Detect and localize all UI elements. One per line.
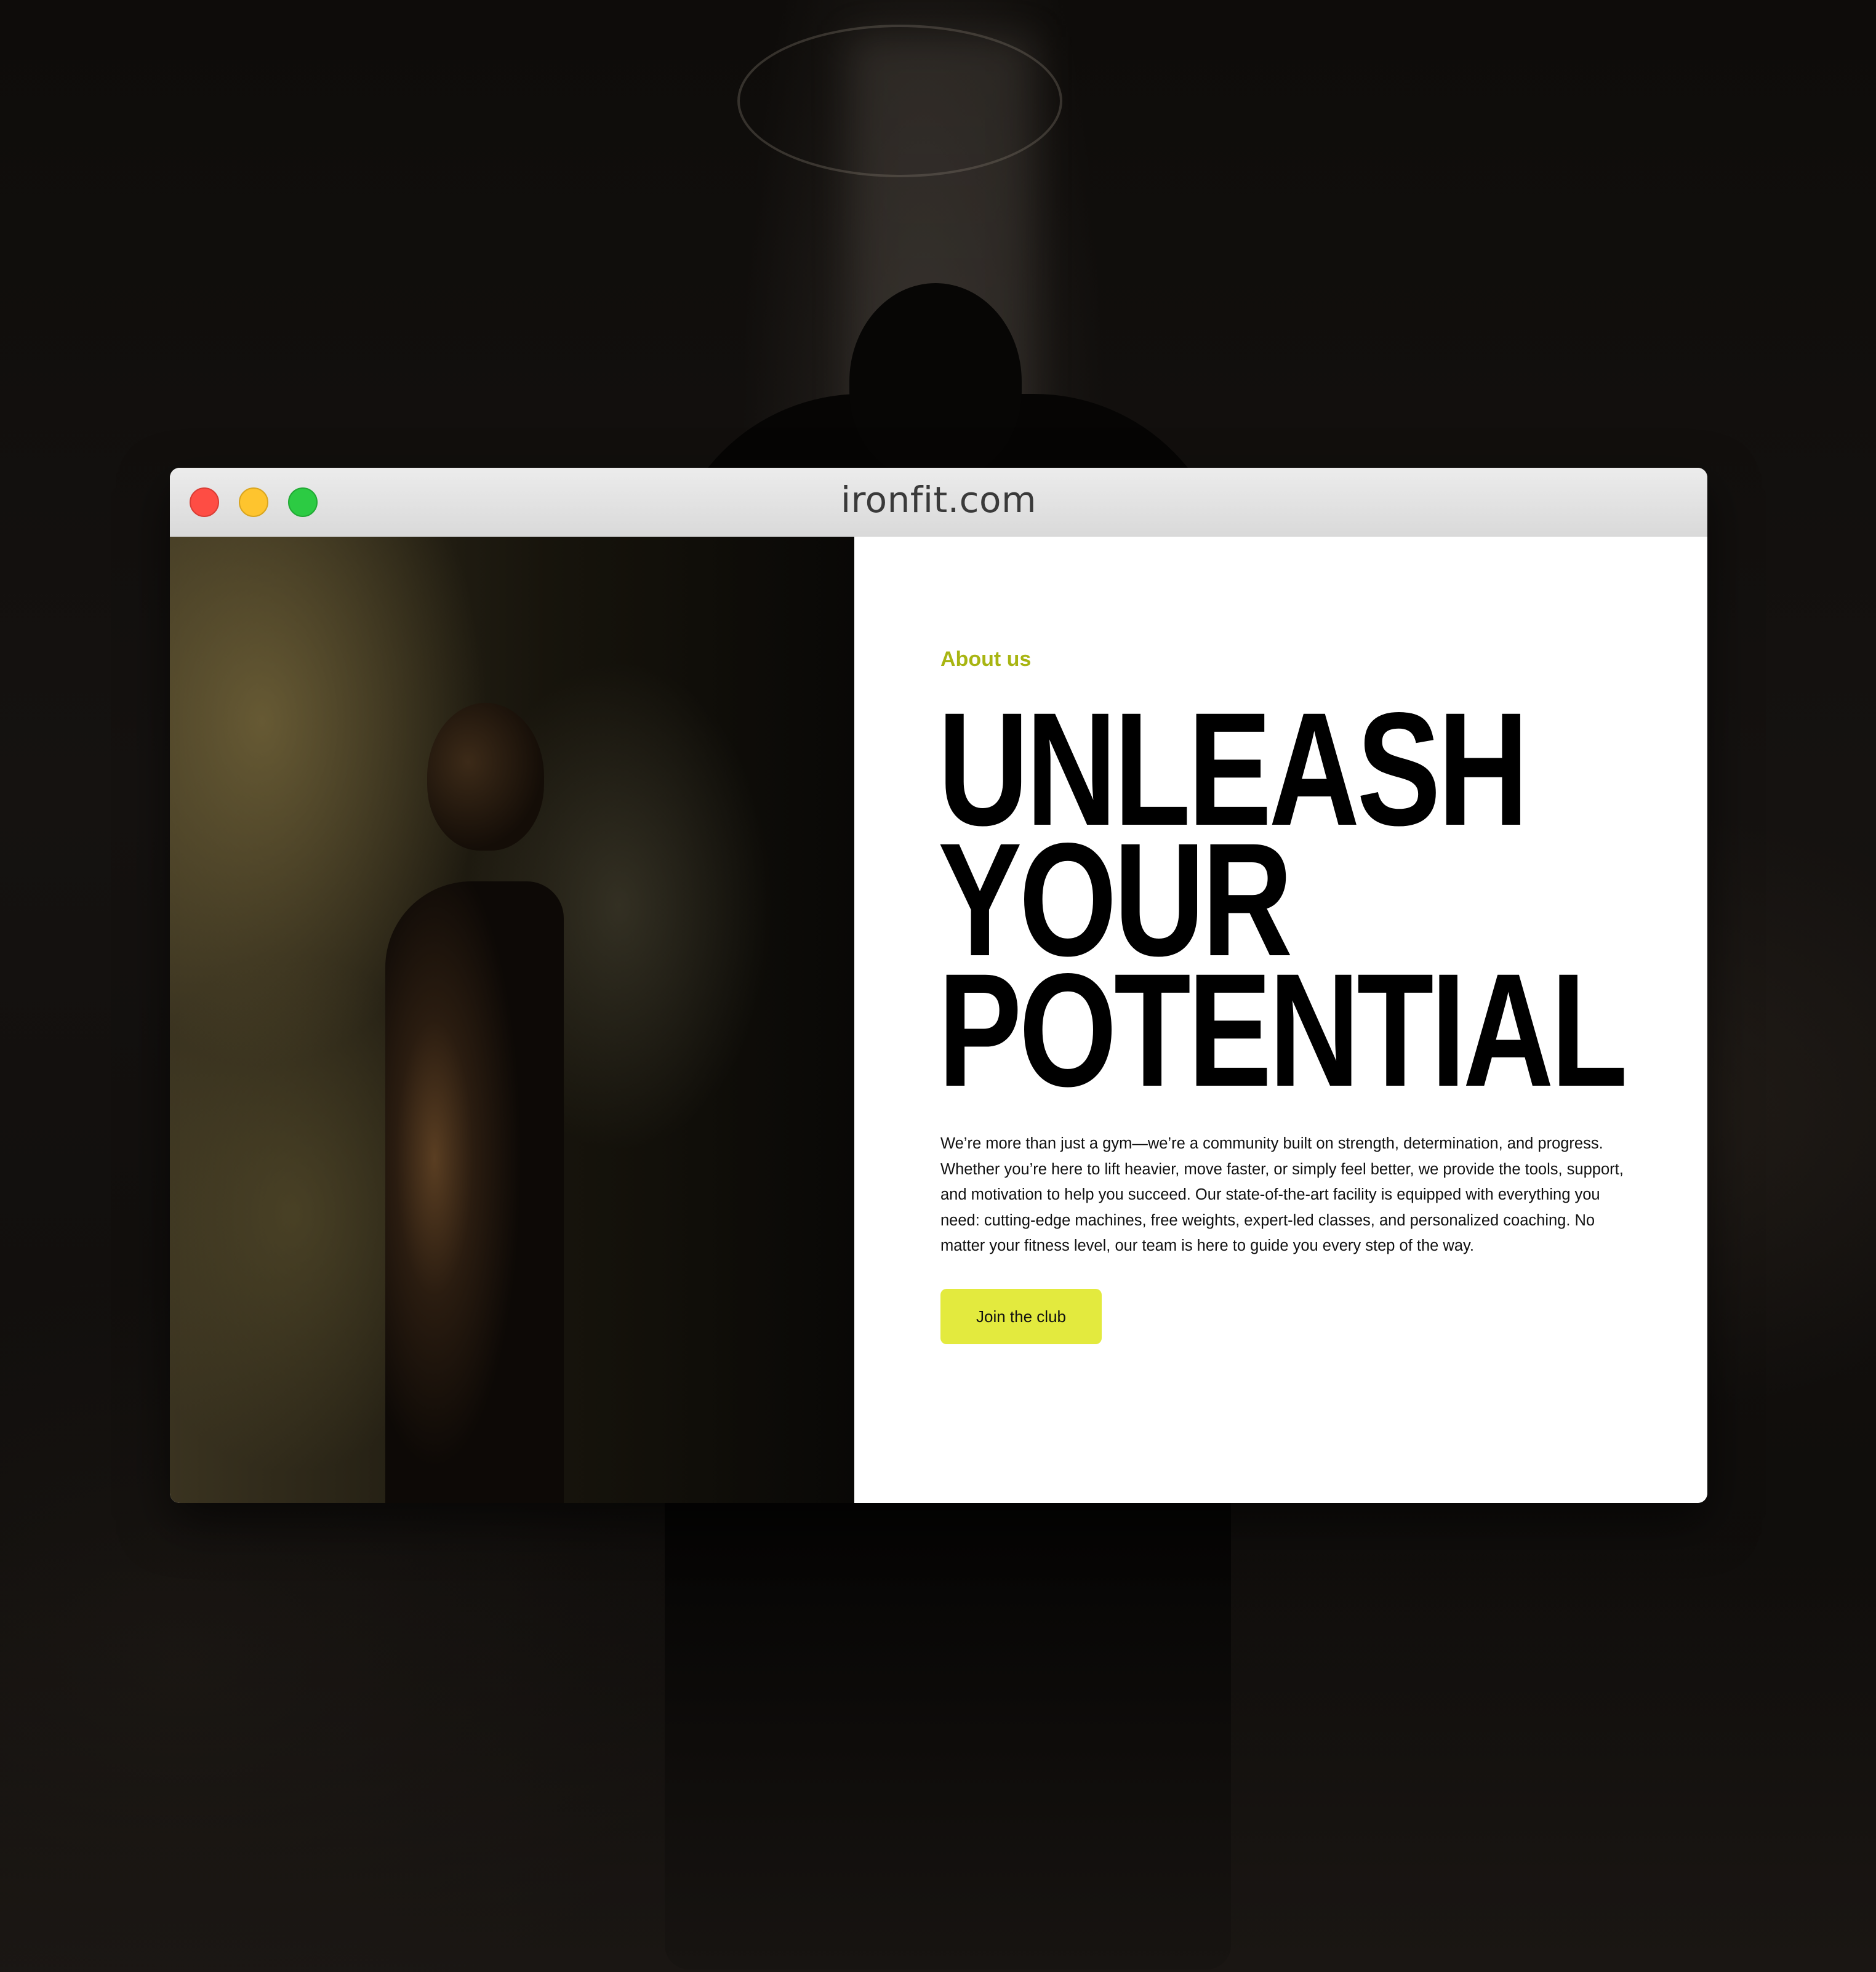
headline-line-3: POTENTIAL [938, 940, 1628, 1120]
section-eyebrow: About us [940, 647, 1032, 671]
about-section: About us UNLEASH YOUR POTENTIAL We’re mo… [170, 537, 1707, 1503]
about-description: We’re more than just a gym—we’re a commu… [940, 1135, 1624, 1254]
background-ceiling-light [737, 25, 1062, 177]
athlete-photo [170, 537, 854, 1503]
join-club-button[interactable]: Join the club [940, 1289, 1102, 1344]
page-headline: UNLEASH YOUR POTENTIAL [938, 689, 1628, 1120]
background-person-head [849, 283, 1022, 480]
athlete-head [427, 703, 544, 851]
address-bar-url[interactable]: ironfit.com [170, 479, 1707, 521]
browser-titlebar[interactable]: ironfit.com [170, 468, 1707, 538]
background-floor [0, 1539, 1876, 1972]
desktop-background: ironfit.com About us UNLEASH YOUR POTENT… [0, 0, 1876, 1972]
about-text-panel: About us UNLEASH YOUR POTENTIAL We’re mo… [854, 537, 1707, 1503]
browser-window: ironfit.com About us UNLEASH YOUR POTENT… [170, 468, 1707, 1503]
athlete-figure [385, 881, 564, 1503]
